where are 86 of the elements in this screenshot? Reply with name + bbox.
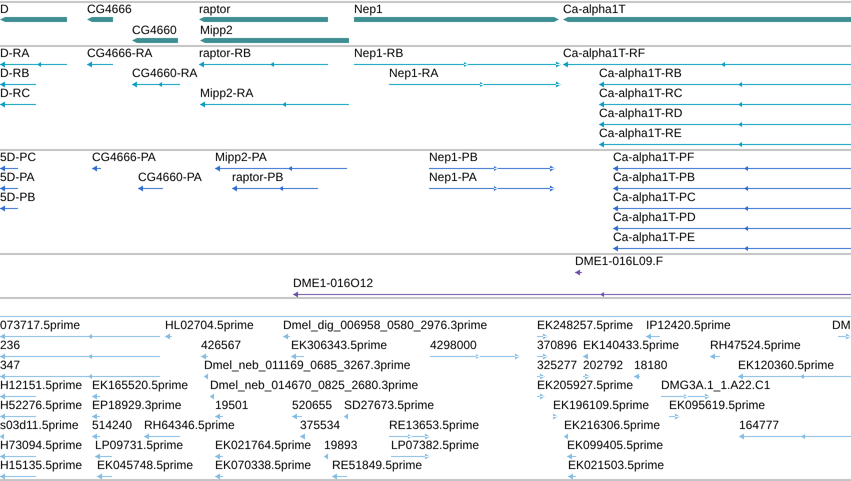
feature-label: H15135.5prime (0, 458, 82, 472)
feature-label: RE51849.5prime (332, 458, 422, 472)
feature-label: SD27673.5prime (344, 398, 434, 412)
feature-label: EK306343.5prime (291, 338, 388, 352)
feature-label: H52276.5prime (0, 398, 82, 412)
feature-label: 164777 (739, 418, 780, 432)
feature-label: DME1-016L09.F (575, 254, 664, 268)
feature-label: RH47524.5prime (710, 338, 801, 352)
feature-label: D-RB (0, 66, 30, 80)
feature-label: CG4666 (87, 2, 132, 16)
feature-label: 370896 (537, 338, 578, 352)
feature-label: Ca-alpha1T-RF (563, 46, 646, 60)
feature-label: Ca-alpha1T-PB (613, 170, 696, 184)
feature-label: EK165520.5prime (92, 378, 188, 392)
feature-label: raptor (199, 2, 230, 16)
feature-label: Mipp2-PA (215, 150, 267, 164)
feature-label: Dmel_neb_011169_0685_3267.3prime (204, 358, 410, 372)
feature-label: 5D-PA (0, 170, 34, 184)
feature-label: D-RA (0, 46, 30, 60)
feature-label: EK140433.5prime (583, 338, 680, 352)
feature-label: 347 (0, 358, 20, 372)
feature-label: raptor-RB (199, 46, 252, 60)
feature-label: CG4660-RA (132, 66, 198, 80)
feature-label: CG4666-RA (87, 46, 152, 60)
feature-label: 18180 (634, 358, 668, 372)
feature-label: CG4666-PA (92, 150, 156, 164)
feature-label: 202792 (583, 358, 624, 372)
feature-label: EK021503.5prime (568, 458, 664, 472)
feature-label: EK120360.5prime (738, 358, 834, 372)
feature-label: IP12420.5prime (646, 318, 731, 332)
feature-label: 375534 (300, 418, 340, 432)
feature-label: HL02704.5prime (165, 318, 254, 332)
feature-label: Mipp2-RA (200, 86, 254, 100)
feature-label: Dmel_neb_014670_0825_2680.3prime (210, 378, 418, 392)
feature-label: EK196109.5prime (553, 398, 650, 412)
feature-label: H12151.5prime (0, 378, 82, 392)
feature-label: EK248257.5prime (537, 318, 634, 332)
feature-label: EK205927.5prime (537, 378, 634, 392)
feature-label: Nep1-PA (429, 170, 477, 184)
feature-label: EK099405.5prime (567, 438, 664, 452)
feature-label: 325277 (537, 358, 578, 372)
feature-label: 073717.5prime (0, 318, 80, 332)
feature-label: CG4660 (132, 23, 177, 37)
feature-label: Dmel_dig_006958_0580_2976.3prime (283, 318, 488, 332)
feature-label: EK021764.5prime (215, 438, 312, 452)
feature-label: 19501 (215, 398, 248, 412)
feature-label: EP18929.3prime (92, 398, 182, 412)
feature-label: DME1-016O12 (293, 276, 374, 290)
feature-label: Ca-alpha1T (563, 2, 626, 16)
feature-label: Ca-alpha1T-RE (599, 126, 682, 140)
feature-label: s03d11.5prime (0, 418, 78, 432)
feature-label: 4298000 (430, 338, 477, 352)
feature-label: LP09731.5prime (95, 438, 184, 452)
feature-label: LP07382.5prime (391, 438, 480, 452)
feature-label: EK095619.5prime (669, 398, 766, 412)
feature-label: DMG3A.1_1.A22.C1 (661, 378, 770, 392)
feature-label: 19893 (324, 438, 358, 452)
feature-label: Nep1-RA (389, 66, 438, 80)
feature-label: EK045748.5prime (97, 458, 194, 472)
feature-label: Ca-alpha1T-RB (599, 66, 682, 80)
feature-label: Ca-alpha1T-RC (599, 86, 682, 100)
feature-label: 520655 (292, 398, 332, 412)
feature-label: Ca-alpha1T-PF (613, 150, 694, 164)
feature-label: CG4660-PA (138, 170, 202, 184)
feature-label: Ca-alpha1T-RD (599, 106, 682, 120)
feature-label: Nep1-PB (429, 150, 478, 164)
feature-label: H73094.5prime (0, 438, 82, 452)
feature-label: D (0, 2, 9, 16)
feature-label: Ca-alpha1T-PD (613, 210, 696, 224)
feature-label: Nep1 (354, 2, 383, 16)
feature-label: Ca-alpha1T-PE (613, 230, 696, 244)
feature-label: 236 (0, 338, 20, 352)
feature-label: EK070338.5prime (215, 458, 312, 472)
feature-label: raptor-PB (232, 170, 284, 184)
feature-label: 426567 (201, 338, 242, 352)
feature-label: 514240 (92, 418, 132, 432)
feature-label: RH64346.5prime (144, 418, 235, 432)
feature-label: Nep1-RB (354, 46, 404, 60)
feature-label: Ca-alpha1T-PC (613, 190, 696, 204)
feature-label: DM (832, 318, 851, 332)
feature-label: EK216306.5prime (564, 418, 660, 432)
feature-label: 5D-PC (0, 150, 36, 164)
feature-label: Mipp2 (200, 23, 233, 37)
feature-label: RE13653.5prime (389, 418, 480, 432)
feature-label: 5D-PB (0, 190, 36, 204)
feature-label: D-RC (0, 86, 30, 100)
